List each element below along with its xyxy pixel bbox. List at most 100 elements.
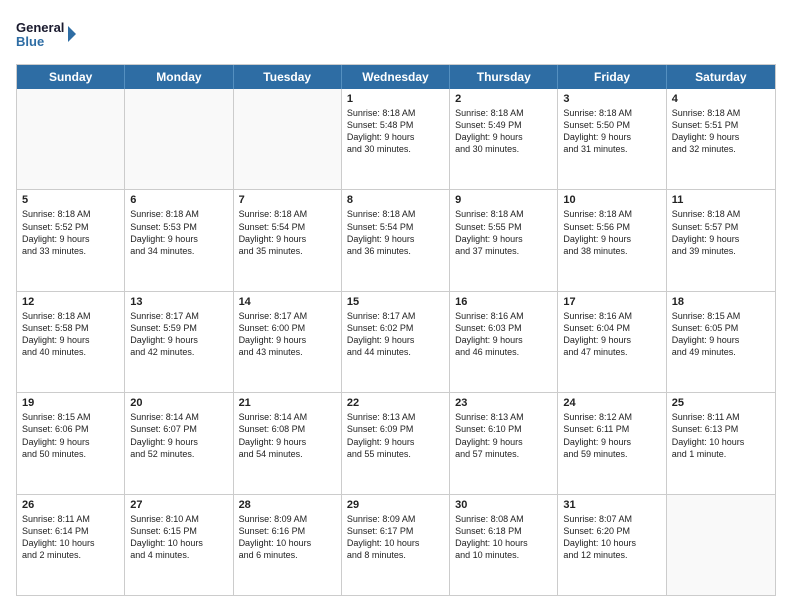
day-cell-18: 18 Sunrise: 8:15 AM Sunset: 6:05 PM Dayli…	[667, 292, 775, 392]
day-details: Sunrise: 8:07 AM Sunset: 6:20 PM Dayligh…	[563, 513, 660, 562]
weekday-header-thursday: Thursday	[450, 65, 558, 89]
logo: General Blue	[16, 16, 76, 54]
day-cell-21: 21 Sunrise: 8:14 AM Sunset: 6:08 PM Dayli…	[234, 393, 342, 493]
day-details: Sunrise: 8:18 AM Sunset: 5:48 PM Dayligh…	[347, 107, 444, 156]
day-number: 25	[672, 397, 770, 409]
calendar-row-5: 26 Sunrise: 8:11 AM Sunset: 6:14 PM Dayli…	[17, 494, 775, 595]
day-cell-5: 5Sunrise: 8:18 AM Sunset: 5:52 PM Daylig…	[17, 190, 125, 290]
day-details: Sunrise: 8:08 AM Sunset: 6:18 PM Dayligh…	[455, 513, 552, 562]
day-number: 19	[22, 397, 119, 409]
day-number: 7	[239, 194, 336, 206]
day-number: 17	[563, 296, 660, 308]
day-number: 28	[239, 499, 336, 511]
day-number: 8	[347, 194, 444, 206]
day-cell-9: 9 Sunrise: 8:18 AM Sunset: 5:55 PM Daylig…	[450, 190, 558, 290]
day-cell-31: 31 Sunrise: 8:07 AM Sunset: 6:20 PM Dayli…	[558, 495, 666, 595]
day-number: 14	[239, 296, 336, 308]
day-number: 29	[347, 499, 444, 511]
day-cell-15: 15 Sunrise: 8:17 AM Sunset: 6:02 PM Dayli…	[342, 292, 450, 392]
day-details: Sunrise: 8:18 AM Sunset: 5:49 PM Dayligh…	[455, 107, 552, 156]
weekday-header-sunday: Sunday	[17, 65, 125, 89]
svg-text:Blue: Blue	[16, 34, 44, 49]
day-cell-22: 22Sunrise: 8:13 AM Sunset: 6:09 PM Dayli…	[342, 393, 450, 493]
weekday-header-friday: Friday	[558, 65, 666, 89]
calendar: SundayMondayTuesdayWednesdayThursdayFrid…	[16, 64, 776, 596]
day-details: Sunrise: 8:15 AM Sunset: 6:05 PM Dayligh…	[672, 310, 770, 359]
day-number: 22	[347, 397, 444, 409]
day-number: 6	[130, 194, 227, 206]
day-details: Sunrise: 8:12 AM Sunset: 6:11 PM Dayligh…	[563, 411, 660, 460]
day-cell-28: 28Sunrise: 8:09 AM Sunset: 6:16 PM Dayli…	[234, 495, 342, 595]
day-cell-2: 2 Sunrise: 8:18 AM Sunset: 5:49 PM Daylig…	[450, 89, 558, 189]
day-number: 30	[455, 499, 552, 511]
logo-svg: General Blue	[16, 16, 76, 54]
day-details: Sunrise: 8:16 AM Sunset: 6:04 PM Dayligh…	[563, 310, 660, 359]
day-details: Sunrise: 8:17 AM Sunset: 6:00 PM Dayligh…	[239, 310, 336, 359]
header: General Blue	[16, 16, 776, 54]
day-details: Sunrise: 8:18 AM Sunset: 5:52 PM Dayligh…	[22, 208, 119, 257]
day-details: Sunrise: 8:14 AM Sunset: 6:07 PM Dayligh…	[130, 411, 227, 460]
empty-cell	[17, 89, 125, 189]
day-cell-16: 16 Sunrise: 8:16 AM Sunset: 6:03 PM Dayli…	[450, 292, 558, 392]
empty-cell	[667, 495, 775, 595]
day-number: 24	[563, 397, 660, 409]
weekday-header-monday: Monday	[125, 65, 233, 89]
day-number: 1	[347, 93, 444, 105]
day-cell-24: 24 Sunrise: 8:12 AM Sunset: 6:11 PM Dayli…	[558, 393, 666, 493]
day-number: 2	[455, 93, 552, 105]
day-cell-7: 7 Sunrise: 8:18 AM Sunset: 5:54 PM Daylig…	[234, 190, 342, 290]
weekday-header-tuesday: Tuesday	[234, 65, 342, 89]
day-cell-27: 27 Sunrise: 8:10 AM Sunset: 6:15 PM Dayli…	[125, 495, 233, 595]
calendar-row-1: 1 Sunrise: 8:18 AM Sunset: 5:48 PM Daylig…	[17, 89, 775, 189]
day-number: 13	[130, 296, 227, 308]
day-details: Sunrise: 8:11 AM Sunset: 6:14 PM Dayligh…	[22, 513, 119, 562]
day-cell-13: 13 Sunrise: 8:17 AM Sunset: 5:59 PM Dayli…	[125, 292, 233, 392]
day-details: Sunrise: 8:10 AM Sunset: 6:15 PM Dayligh…	[130, 513, 227, 562]
day-number: 21	[239, 397, 336, 409]
day-number: 27	[130, 499, 227, 511]
calendar-body: 1 Sunrise: 8:18 AM Sunset: 5:48 PM Daylig…	[17, 89, 775, 595]
svg-text:General: General	[16, 20, 64, 35]
day-details: Sunrise: 8:17 AM Sunset: 6:02 PM Dayligh…	[347, 310, 444, 359]
empty-cell	[125, 89, 233, 189]
weekday-header-wednesday: Wednesday	[342, 65, 450, 89]
day-number: 23	[455, 397, 552, 409]
day-details: Sunrise: 8:17 AM Sunset: 5:59 PM Dayligh…	[130, 310, 227, 359]
day-number: 31	[563, 499, 660, 511]
day-number: 26	[22, 499, 119, 511]
day-cell-25: 25 Sunrise: 8:11 AM Sunset: 6:13 PM Dayli…	[667, 393, 775, 493]
day-cell-4: 4 Sunrise: 8:18 AM Sunset: 5:51 PM Daylig…	[667, 89, 775, 189]
day-details: Sunrise: 8:09 AM Sunset: 6:17 PM Dayligh…	[347, 513, 444, 562]
day-number: 16	[455, 296, 552, 308]
day-details: Sunrise: 8:18 AM Sunset: 5:53 PM Dayligh…	[130, 208, 227, 257]
day-details: Sunrise: 8:18 AM Sunset: 5:57 PM Dayligh…	[672, 208, 770, 257]
day-details: Sunrise: 8:18 AM Sunset: 5:56 PM Dayligh…	[563, 208, 660, 257]
day-details: Sunrise: 8:15 AM Sunset: 6:06 PM Dayligh…	[22, 411, 119, 460]
weekday-header-saturday: Saturday	[667, 65, 775, 89]
day-cell-3: 3Sunrise: 8:18 AM Sunset: 5:50 PM Daylig…	[558, 89, 666, 189]
day-number: 9	[455, 194, 552, 206]
day-details: Sunrise: 8:11 AM Sunset: 6:13 PM Dayligh…	[672, 411, 770, 460]
day-cell-23: 23Sunrise: 8:13 AM Sunset: 6:10 PM Dayli…	[450, 393, 558, 493]
day-details: Sunrise: 8:18 AM Sunset: 5:51 PM Dayligh…	[672, 107, 770, 156]
day-details: Sunrise: 8:18 AM Sunset: 5:50 PM Dayligh…	[563, 107, 660, 156]
day-cell-1: 1 Sunrise: 8:18 AM Sunset: 5:48 PM Daylig…	[342, 89, 450, 189]
day-details: Sunrise: 8:18 AM Sunset: 5:54 PM Dayligh…	[347, 208, 444, 257]
calendar-header: SundayMondayTuesdayWednesdayThursdayFrid…	[17, 65, 775, 89]
day-number: 10	[563, 194, 660, 206]
day-details: Sunrise: 8:16 AM Sunset: 6:03 PM Dayligh…	[455, 310, 552, 359]
day-number: 11	[672, 194, 770, 206]
day-cell-20: 20 Sunrise: 8:14 AM Sunset: 6:07 PM Dayli…	[125, 393, 233, 493]
day-cell-8: 8 Sunrise: 8:18 AM Sunset: 5:54 PM Daylig…	[342, 190, 450, 290]
day-cell-6: 6 Sunrise: 8:18 AM Sunset: 5:53 PM Daylig…	[125, 190, 233, 290]
day-cell-12: 12Sunrise: 8:18 AM Sunset: 5:58 PM Dayli…	[17, 292, 125, 392]
day-details: Sunrise: 8:18 AM Sunset: 5:55 PM Dayligh…	[455, 208, 552, 257]
day-number: 4	[672, 93, 770, 105]
day-details: Sunrise: 8:14 AM Sunset: 6:08 PM Dayligh…	[239, 411, 336, 460]
day-number: 18	[672, 296, 770, 308]
day-number: 15	[347, 296, 444, 308]
day-cell-19: 19 Sunrise: 8:15 AM Sunset: 6:06 PM Dayli…	[17, 393, 125, 493]
day-details: Sunrise: 8:18 AM Sunset: 5:54 PM Dayligh…	[239, 208, 336, 257]
day-number: 20	[130, 397, 227, 409]
day-details: Sunrise: 8:18 AM Sunset: 5:58 PM Dayligh…	[22, 310, 119, 359]
